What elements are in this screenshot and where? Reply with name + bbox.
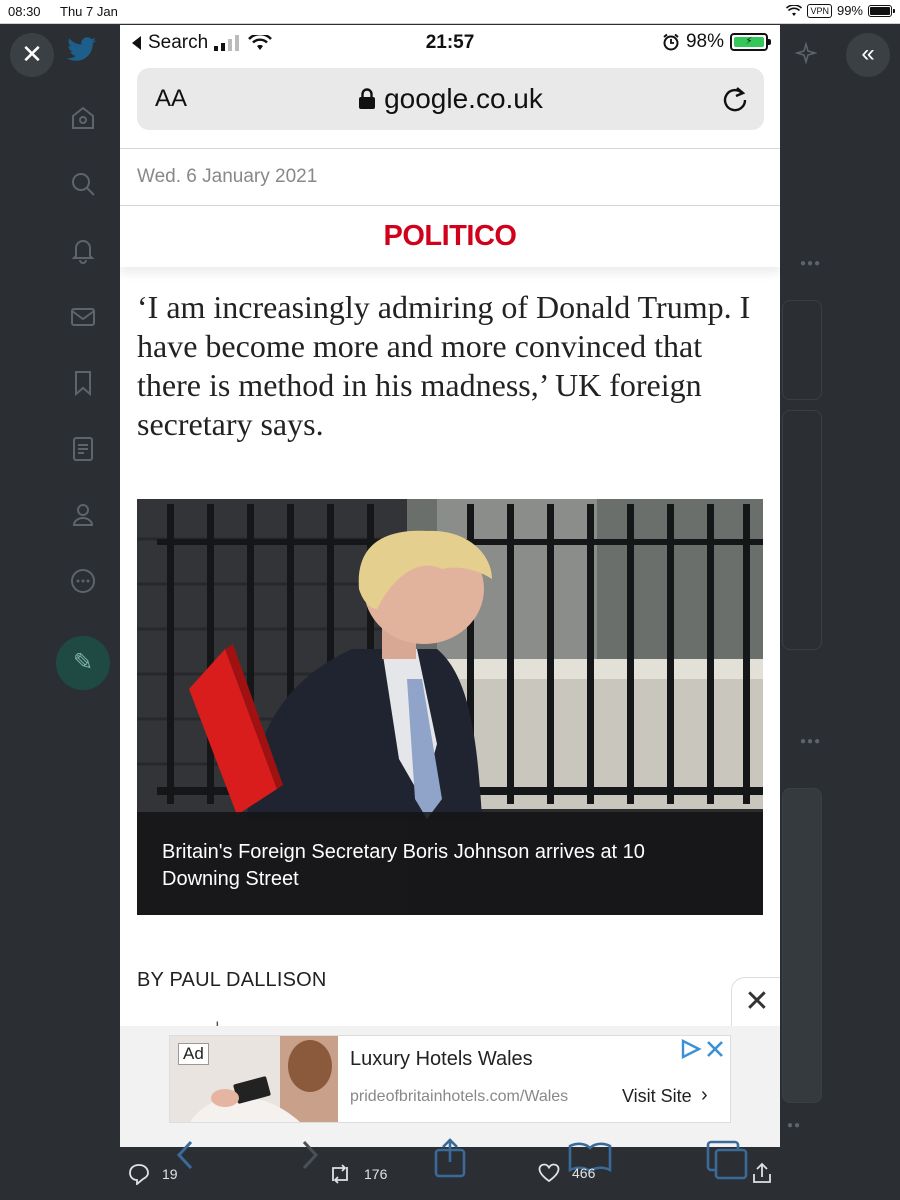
messages-icon[interactable] (68, 302, 98, 332)
reply-icon (129, 1164, 149, 1185)
safari-forward-arrow-icon (302, 1140, 319, 1170)
like-action[interactable]: 466 (538, 1163, 595, 1183)
ad-title[interactable]: Luxury Hotels Wales (350, 1048, 533, 1071)
home-icon[interactable] (68, 103, 98, 133)
more-options-icon[interactable]: ●●● (800, 258, 821, 269)
close-media-button[interactable]: ✕ (10, 33, 54, 77)
ipad-status-bar: 08:30 Thu 7 Jan VPN 99% (0, 0, 900, 24)
explore-icon[interactable] (68, 169, 98, 199)
share-icon[interactable] (752, 1162, 772, 1184)
charging-battery-icon: ⚡ (730, 33, 771, 51)
ad-url[interactable]: prideofbritainhotels.com/Wales (350, 1088, 568, 1106)
url-domain: google.co.uk (384, 83, 543, 114)
lock-icon (359, 88, 376, 109)
ad-banner[interactable]: Ad Luxury Hotels Wales prideofbritainhot… (169, 1035, 731, 1123)
background-card (782, 410, 822, 650)
tweet-action-bar: 19 176 466 (0, 1138, 900, 1200)
twitter-bird-icon[interactable] (66, 36, 98, 64)
ad-banner-area: Ad Luxury Hotels Wales prideofbritainhot… (120, 1026, 780, 1147)
battery-icon (868, 4, 895, 17)
wifi-icon (786, 4, 803, 16)
phone-status-bar: Search 21:57 98% ⚡ (120, 25, 780, 63)
retweet-icon (332, 1164, 348, 1184)
like-count: 466 (572, 1165, 596, 1181)
vpn-badge: VPN (807, 3, 832, 18)
adchoices-icon[interactable] (680, 1038, 728, 1060)
safari-share-icon (434, 1138, 466, 1178)
article-photo[interactable]: Britain's Foreign Secretary Boris Johnso… (137, 499, 763, 915)
notifications-icon[interactable] (68, 235, 98, 265)
background-card (782, 300, 822, 400)
bookmarks-icon[interactable] (68, 368, 98, 398)
ipad-clock: 08:30 (8, 4, 41, 19)
heart-icon (538, 1163, 560, 1183)
background-card (782, 788, 822, 1103)
ipad-date: Thu 7 Jan (60, 4, 118, 19)
phone-screenshot: Search 21:57 98% ⚡ AA google.co.uk Wed. … (120, 25, 780, 1147)
politico-header: POLITICO (120, 207, 780, 267)
date-strip: Wed. 6 January 2021 (120, 148, 780, 206)
more-icon[interactable] (68, 566, 98, 596)
more-options-icon[interactable]: ●●● (800, 736, 821, 747)
ad-label: Ad (178, 1043, 209, 1065)
ipad-battery-percent: 99% (836, 3, 863, 18)
collapse-panel-button[interactable]: « (846, 33, 890, 77)
alarm-icon (663, 33, 679, 51)
lists-icon[interactable] (68, 434, 98, 464)
politico-logo[interactable]: POLITICO (384, 220, 517, 253)
safari-back-arrow-icon (176, 1140, 193, 1170)
close-ad-button[interactable]: ✕ (731, 977, 780, 1029)
profile-icon[interactable] (68, 500, 98, 530)
safari-tabs-icon (706, 1140, 748, 1180)
sparkle-icon[interactable] (795, 42, 817, 64)
page-date: Wed. 6 January 2021 (137, 166, 318, 187)
reload-icon[interactable] (720, 84, 750, 114)
photo-caption: Britain's Foreign Secretary Boris Johnso… (162, 841, 645, 890)
chevron-right-icon: › (701, 1084, 708, 1106)
phone-battery-percent: 98% (685, 31, 724, 52)
article-headline: ‘I am increasingly admiring of Donald Tr… (137, 289, 751, 442)
compose-tweet-button[interactable]: ✎ (56, 636, 110, 690)
reply-count: 19 (162, 1166, 178, 1182)
more-options-icon[interactable]: ●● (787, 1120, 801, 1131)
article-byline: BY PAUL DALLISON (137, 969, 327, 991)
visit-site-button[interactable]: Visit Site (622, 1086, 692, 1107)
reply-action[interactable]: 19 (128, 1163, 178, 1185)
retweet-count: 176 (364, 1166, 388, 1182)
address-bar[interactable]: AA google.co.uk (137, 68, 764, 130)
retweet-action[interactable]: 176 (328, 1163, 387, 1185)
